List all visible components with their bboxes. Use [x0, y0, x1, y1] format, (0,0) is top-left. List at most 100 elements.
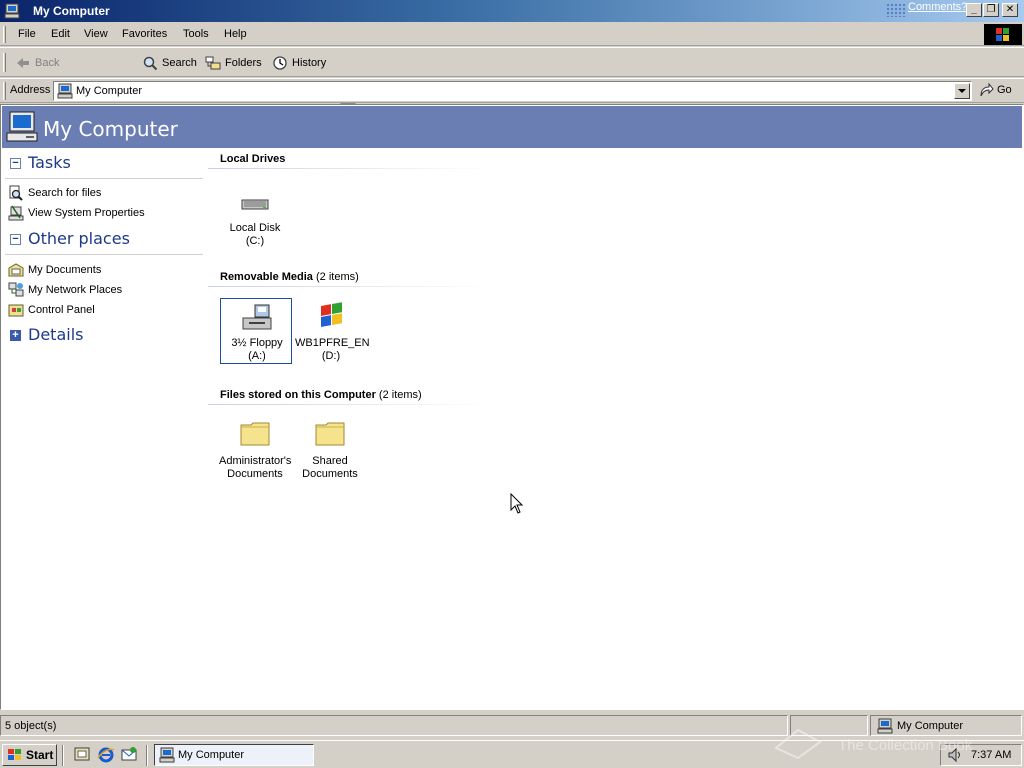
control-panel-icon [8, 304, 24, 317]
network-places-icon [8, 282, 24, 297]
place-my-documents[interactable]: My Documents [8, 262, 198, 280]
group-title: Removable Media [220, 271, 313, 283]
task-search-for-files[interactable]: Search for files [8, 185, 198, 203]
section-divider [5, 254, 203, 255]
comments-link-wrap[interactable]: Comments? [886, 1, 967, 19]
item-label-line2: Documents [302, 468, 358, 480]
taskbar-button-my-computer[interactable]: My Computer [154, 744, 314, 766]
menu-tools[interactable]: Tools [183, 28, 209, 40]
hard-drive-icon [241, 199, 269, 210]
menu-help[interactable]: Help [224, 28, 247, 40]
menu-favorites[interactable]: Favorites [122, 28, 167, 40]
content-pane[interactable]: My Computer − Tasks Search for files Vie… [0, 104, 1024, 710]
windows-cd-icon [321, 302, 342, 327]
place-control-panel[interactable]: Control Panel [8, 302, 198, 320]
item-floppy-a[interactable]: 3½ Floppy (A:) [220, 298, 292, 364]
start-button[interactable]: Start [2, 744, 57, 766]
go-label: Go [997, 84, 1012, 96]
folder-icon [240, 422, 270, 446]
item-label-drive: (D:) [321, 350, 341, 362]
folder-banner: My Computer [2, 106, 1022, 148]
outlook-express-icon[interactable] [120, 746, 138, 764]
item-label: Shared [312, 455, 348, 467]
watermark-logo-icon [774, 728, 822, 760]
internet-explorer-icon[interactable] [97, 746, 115, 764]
folders-button[interactable]: Folders [205, 54, 265, 72]
group-files-stored: Files stored on this Computer (2 items) [220, 389, 422, 401]
comments-link[interactable]: Comments? [908, 1, 967, 13]
details-title: Details [28, 325, 84, 344]
address-grip[interactable] [3, 82, 6, 100]
banner-title: My Computer [43, 117, 178, 141]
group-divider [208, 286, 491, 287]
windows-logo [984, 24, 1022, 45]
item-label: Local Disk (C:) [229, 222, 281, 247]
show-desktop-icon[interactable] [73, 746, 91, 764]
tasks-title: Tasks [28, 153, 71, 172]
group-removable-media: Removable Media (2 items) [220, 271, 359, 283]
toolbar-grip[interactable] [3, 53, 6, 72]
other-places-title: Other places [28, 229, 130, 248]
task-view-system-properties[interactable]: View System Properties [8, 205, 198, 223]
group-divider [208, 168, 491, 169]
back-button[interactable]: Back [15, 54, 73, 72]
item-label: Administrator's [219, 455, 292, 467]
close-button[interactable]: ✕ [1002, 3, 1018, 17]
section-divider [5, 178, 203, 179]
group-divider [208, 404, 491, 405]
search-icon [143, 56, 158, 71]
menu-file[interactable]: File [18, 28, 36, 40]
group-title: Local Drives [220, 153, 286, 165]
menu-edit[interactable]: Edit [51, 28, 70, 40]
back-arrow-icon [17, 58, 29, 68]
task-label: Search for files [28, 187, 102, 199]
my-computer-icon [6, 111, 38, 142]
restore-button[interactable]: ❐ [983, 3, 999, 17]
menu-view[interactable]: View [84, 28, 108, 40]
item-shared-documents[interactable]: Shared Documents [294, 417, 366, 483]
watermark-text: The Collection Book [838, 737, 973, 754]
collapse-icon: − [10, 158, 21, 169]
folders-label: Folders [225, 57, 262, 69]
history-button[interactable]: History [272, 54, 330, 72]
item-administrators-documents[interactable]: Administrator's Documents [219, 417, 291, 483]
item-local-disk-c[interactable]: Local Disk (C:) [219, 189, 291, 247]
status-objects: 5 object(s) [5, 720, 57, 732]
menu-grip[interactable] [3, 26, 6, 43]
tasks-section-header[interactable]: − Tasks [5, 151, 205, 179]
go-arrow-icon [980, 83, 994, 97]
collapse-icon: − [10, 234, 21, 245]
address-field[interactable]: My Computer [53, 81, 972, 101]
item-label-drive: (A:) [248, 350, 266, 362]
watermark: The Collection Book [772, 716, 1012, 766]
title-bar[interactable]: My Computer Comments? _ ❐ ✕ [0, 0, 1024, 22]
place-my-network-places[interactable]: My Network Places [8, 282, 198, 300]
group-title: Files stored on this Computer [220, 389, 376, 401]
folders-icon [205, 56, 221, 70]
history-label: History [292, 57, 327, 69]
group-count: (2 items) [315, 271, 359, 283]
other-places-section-header[interactable]: − Other places [5, 227, 205, 255]
group-count: (2 items) [378, 389, 422, 401]
task-label: View System Properties [28, 207, 145, 219]
taskbar-separator [62, 745, 64, 766]
system-properties-icon [8, 205, 24, 221]
address-dropdown-button[interactable] [954, 83, 970, 99]
comments-icon [886, 3, 906, 17]
item-cdrom-d[interactable]: WB1PFRE_EN (D:) [295, 299, 370, 365]
place-label: Control Panel [28, 304, 95, 316]
history-icon [273, 56, 287, 70]
floppy-drive-icon [242, 304, 272, 330]
place-label: My Documents [28, 264, 102, 276]
item-label-line2: Documents [227, 468, 283, 480]
minimize-button[interactable]: _ [966, 3, 982, 17]
search-button[interactable]: Search [142, 54, 200, 72]
item-label: WB1PFRE_EN [295, 337, 370, 349]
standard-toolbar: Back Search Folders History [0, 47, 1024, 117]
search-files-icon [9, 185, 23, 201]
details-section-header[interactable]: + Details [5, 323, 205, 351]
my-computer-icon [159, 747, 175, 763]
taskbar-separator [146, 745, 148, 766]
my-computer-icon [57, 83, 73, 99]
back-label: Back [35, 57, 60, 69]
